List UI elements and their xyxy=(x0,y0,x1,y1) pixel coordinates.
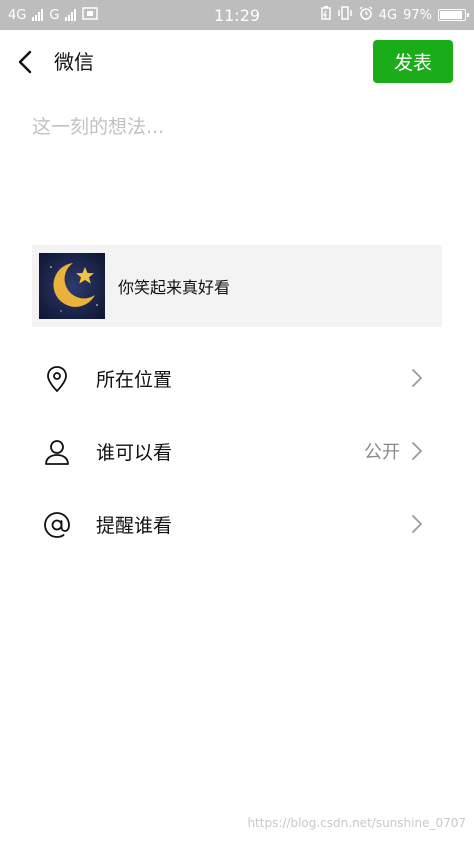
battery-percent: 97% xyxy=(403,7,432,23)
option-location-label: 所在位置 xyxy=(96,368,173,391)
watermark-text: https://blog.csdn.net/sunshine_0707 xyxy=(247,816,466,830)
moon-star-image xyxy=(39,253,105,319)
shared-item-thumbnail xyxy=(39,253,105,319)
moment-text-input[interactable] xyxy=(32,112,442,232)
shared-item-card[interactable]: 你笑起来真好看 xyxy=(32,245,442,327)
option-visibility-value: 公开 xyxy=(364,442,400,463)
header: 微信 发表 xyxy=(0,30,474,94)
chevron-right-icon xyxy=(412,369,422,387)
battery-saver-icon xyxy=(320,6,331,24)
option-location[interactable]: 所在位置 xyxy=(0,348,474,408)
chevron-right-icon xyxy=(412,442,422,460)
option-mention-label: 提醒谁看 xyxy=(96,514,173,537)
battery-fill xyxy=(440,11,463,19)
vibrate-icon xyxy=(337,6,353,24)
back-arrow-icon[interactable] xyxy=(14,49,38,75)
alarm-icon xyxy=(359,6,373,24)
network-4g-label: 4G xyxy=(378,7,398,23)
page-title: 微信 xyxy=(54,50,94,74)
status-bar: 4G G 11:29 4G 97% xyxy=(0,0,474,30)
person-icon xyxy=(45,440,69,465)
at-icon xyxy=(44,512,70,538)
battery-icon xyxy=(438,9,469,21)
status-right: 4G 97% xyxy=(320,0,469,30)
publish-button[interactable]: 发表 xyxy=(373,40,453,83)
option-visibility-label: 谁可以看 xyxy=(96,441,173,464)
option-visibility[interactable]: 谁可以看 公开 xyxy=(0,421,474,481)
location-pin-icon xyxy=(47,366,67,393)
shared-item-title: 你笑起来真好看 xyxy=(118,278,231,297)
option-mention[interactable]: 提醒谁看 xyxy=(0,494,474,554)
chevron-right-icon xyxy=(412,515,422,533)
